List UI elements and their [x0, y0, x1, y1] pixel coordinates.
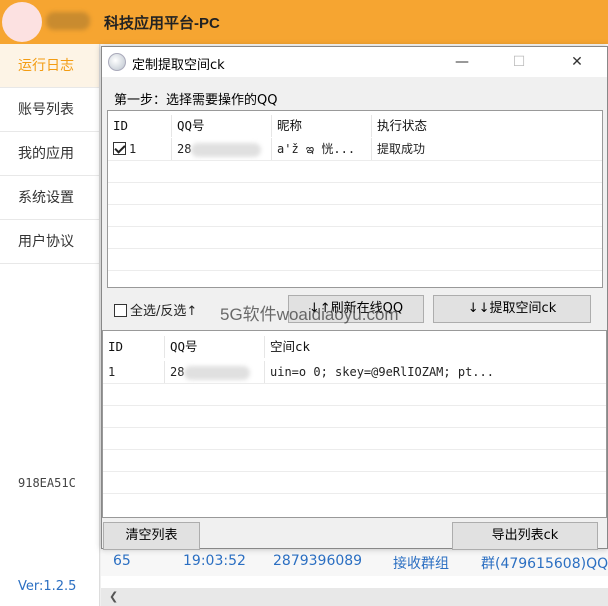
col-status: 执行状态: [377, 118, 428, 133]
row-nickname: a'ž ఇ 恍...: [272, 138, 372, 160]
log-cell-action: 接收群组: [393, 556, 449, 572]
col-id: ID: [108, 115, 172, 137]
extract-ck-button[interactable]: ↓↓提取空间ck: [433, 295, 591, 323]
minimize-button[interactable]: —: [439, 47, 485, 77]
row-id: 1: [129, 142, 137, 156]
log-cell-detail: 群(479615608)QQ: [481, 556, 608, 572]
row-ck: uin=o 0; skey=@9eRlIOZAM; pt...: [270, 365, 494, 379]
row-qq: 28: [172, 138, 272, 160]
row-checkbox[interactable]: [113, 142, 126, 155]
sidebar-item-run-log[interactable]: 运行日志: [0, 44, 99, 88]
version-label: Ver:1.2.5: [18, 579, 77, 594]
dialog-titlebar[interactable]: 定制提取空间ck — ☐ ✕: [102, 47, 607, 77]
row-qq-text: 28: [170, 365, 185, 379]
redacted-qq: [191, 142, 262, 157]
row-qq: 28: [165, 361, 265, 383]
ck-result-table: ID QQ号 空间ck 1 28 uin=o 0; skey=@9eRlIOZA…: [102, 330, 607, 518]
row-status: 提取成功: [377, 142, 426, 156]
close-button[interactable]: ✕: [554, 47, 600, 77]
table-header: ID QQ号 昵称 执行状态: [108, 115, 602, 137]
sidebar-item-agreement[interactable]: 用户协议: [0, 220, 99, 264]
app-title: XXXXXX科技应用平台-PC: [104, 15, 220, 32]
log-cell-id: 65: [113, 553, 131, 569]
app-logo-icon: [2, 2, 42, 42]
export-ck-button[interactable]: 导出列表ck: [452, 522, 598, 550]
col-qq: QQ号: [165, 336, 265, 358]
app-header: XXXXXX科技应用平台-PC: [0, 0, 608, 44]
maximize-button[interactable]: ☐: [496, 47, 542, 77]
select-all-label: 全选/反选↑: [130, 304, 198, 319]
qq-select-table: ID QQ号 昵称 执行状态 1 28 a'ž ఇ 恍... 提取成功: [107, 110, 603, 288]
log-cell-qq: 2879396089: [273, 553, 363, 569]
sidebar: 运行日志 账号列表 我的应用 系统设置 用户协议 918EA51C Ver:1.…: [0, 44, 100, 606]
sidebar-item-my-apps[interactable]: 我的应用: [0, 132, 99, 176]
row-qq-text: 28: [177, 142, 192, 156]
row-id: 1: [103, 361, 165, 383]
log-cell-time: 19:03:52: [183, 553, 246, 569]
col-id: ID: [103, 336, 165, 358]
table-row[interactable]: 1 28 a'ž ఇ 恍... 提取成功: [108, 138, 602, 160]
sidebar-item-accounts[interactable]: 账号列表: [0, 88, 99, 132]
dialog-title: 定制提取空间ck: [132, 58, 225, 73]
table-header: ID QQ号 空间ck: [103, 336, 606, 358]
redacted-qq: [184, 365, 251, 380]
table-row[interactable]: 1 28 uin=o 0; skey=@9eRlIOZAM; pt...: [103, 361, 606, 383]
log-table-row: 65 19:03:52 2879396089 接收群组 群(479615608)…: [101, 548, 608, 576]
watermark-text: 5G软件woaidiaoyu.com: [220, 305, 399, 324]
select-all-toggle[interactable]: 全选/反选↑: [114, 300, 197, 319]
machine-code: 918EA51C: [18, 476, 76, 490]
app-icon: [108, 53, 126, 71]
col-space-ck: 空间ck: [270, 339, 311, 354]
select-all-checkbox[interactable]: [114, 304, 127, 317]
extract-ck-dialog: 定制提取空间ck — ☐ ✕ 第一步：选择需要操作的QQ ID QQ号 昵称 执…: [101, 46, 608, 550]
clear-list-button[interactable]: 清空列表: [103, 522, 200, 550]
scroll-left-icon[interactable]: ❮: [109, 590, 118, 603]
sidebar-item-settings[interactable]: 系统设置: [0, 176, 99, 220]
col-qq: QQ号: [172, 115, 272, 137]
step-label: 第一步：选择需要操作的QQ: [114, 93, 278, 108]
col-nickname: 昵称: [272, 115, 372, 137]
horizontal-scrollbar[interactable]: ❮: [101, 588, 608, 606]
row-id-cell[interactable]: 1: [108, 138, 172, 160]
